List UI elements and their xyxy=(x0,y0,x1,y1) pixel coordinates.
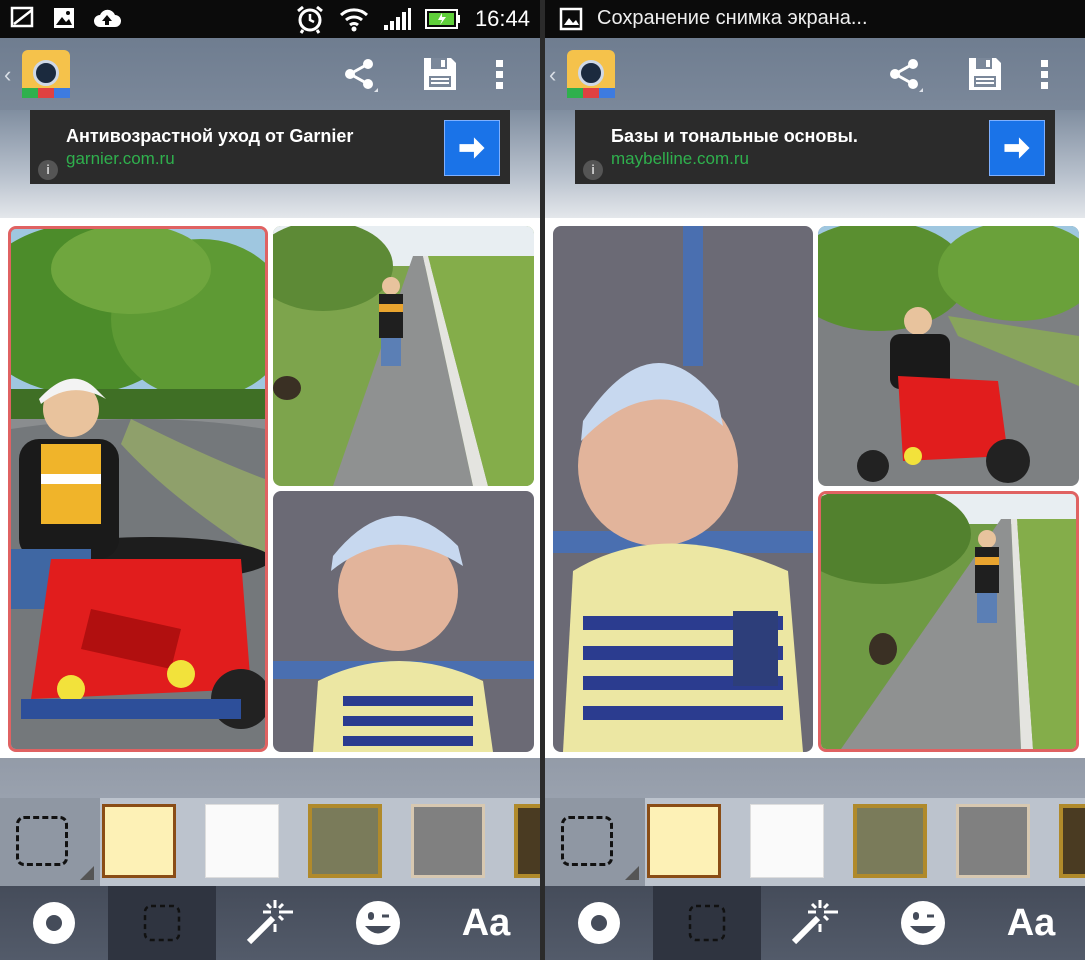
ad-title: Базы и тональные основы. xyxy=(611,126,858,146)
magic-wand-icon xyxy=(246,900,293,945)
frame-option-white[interactable] xyxy=(750,804,824,878)
wifi-icon xyxy=(339,8,368,32)
ad-info-icon[interactable]: i xyxy=(583,160,603,180)
battery-icon xyxy=(424,9,460,29)
ad-info-icon[interactable]: i xyxy=(38,160,58,180)
collage-photo-2[interactable] xyxy=(818,226,1079,486)
sticker-tool[interactable] xyxy=(324,886,432,960)
shape-tool[interactable] xyxy=(0,886,108,960)
status-bar: Сохранение снимка экрана... xyxy=(545,0,1085,38)
action-bar: ‹ xyxy=(545,38,1085,110)
frame-option-dark[interactable] xyxy=(1059,804,1085,878)
photo-collage xyxy=(0,218,540,758)
sticker-icon xyxy=(901,901,945,945)
camera-lens-icon xyxy=(578,60,604,86)
right-screen: Сохранение снимка экрана... ‹ Базы и тон… xyxy=(545,0,1085,960)
save-icon[interactable] xyxy=(965,54,1005,94)
frame-option-white[interactable] xyxy=(205,804,279,878)
shape-tool[interactable] xyxy=(545,886,653,960)
alarm-icon xyxy=(297,5,323,34)
cloud-upload-icon xyxy=(94,9,121,27)
collage-photo-2[interactable] xyxy=(273,226,534,486)
sticker-tool[interactable] xyxy=(869,886,977,960)
frame-option-gray[interactable] xyxy=(956,804,1030,878)
frame-option-gray[interactable] xyxy=(411,804,485,878)
bottom-toolbar: Aa xyxy=(0,886,540,960)
back-chevron-icon[interactable]: ‹ xyxy=(4,62,11,88)
collage-photo-1[interactable] xyxy=(553,226,813,752)
frame-option-dark[interactable] xyxy=(514,804,540,878)
left-screen: 16:44 ‹ Антивозрастной уход от Garnier g… xyxy=(0,0,540,960)
sticker-icon xyxy=(356,901,400,945)
text-tool[interactable]: Aa xyxy=(977,886,1085,960)
gallery-icon xyxy=(54,8,74,28)
frame-panel xyxy=(545,758,1085,886)
status-bar: 16:44 xyxy=(0,0,540,38)
collage-photo-1[interactable] xyxy=(8,226,268,752)
clock: 16:44 xyxy=(474,6,530,31)
ad-arrow-button[interactable] xyxy=(444,120,500,176)
app-logo[interactable] xyxy=(22,50,70,98)
ad-title: Антивозрастной уход от Garnier xyxy=(66,126,354,146)
effects-tool[interactable] xyxy=(761,886,869,960)
overflow-icon[interactable] xyxy=(490,54,510,94)
gallery-icon xyxy=(559,7,583,31)
frame-option-gold[interactable] xyxy=(308,804,382,878)
no-frame-icon xyxy=(16,816,68,866)
frame-icon xyxy=(143,904,181,942)
bottom-toolbar: Aa xyxy=(545,886,1085,960)
overflow-icon[interactable] xyxy=(1035,54,1055,94)
effects-tool[interactable] xyxy=(216,886,324,960)
text-tool-label: Aa xyxy=(1006,902,1056,944)
shape-icon xyxy=(33,902,75,944)
ad-banner[interactable]: Антивозрастной уход от Garnier garnier.c… xyxy=(30,110,510,184)
signal-icon xyxy=(383,8,411,30)
frame-option-gold[interactable] xyxy=(853,804,927,878)
no-frame-icon xyxy=(561,816,613,866)
text-tool[interactable]: Aa xyxy=(432,886,540,960)
save-icon[interactable] xyxy=(420,54,460,94)
camera-lens-icon xyxy=(33,60,59,86)
ad-banner[interactable]: Базы и тональные основы. maybelline.com.… xyxy=(575,110,1055,184)
frame-strip xyxy=(0,798,540,886)
share-icon[interactable] xyxy=(340,54,380,94)
ad-banner-area: Базы и тональные основы. maybelline.com.… xyxy=(545,110,1085,218)
collage-photo-3[interactable] xyxy=(818,491,1079,752)
ad-url[interactable]: maybelline.com.ru xyxy=(611,149,749,169)
frame-option-cream[interactable] xyxy=(647,804,721,878)
magic-wand-icon xyxy=(791,900,838,945)
shape-icon xyxy=(578,902,620,944)
photo-collage xyxy=(545,218,1085,758)
back-chevron-icon[interactable]: ‹ xyxy=(549,62,556,88)
ad-banner-area: Антивозрастной уход от Garnier garnier.c… xyxy=(0,110,540,218)
frame-option-cream[interactable] xyxy=(102,804,176,878)
ad-arrow-button[interactable] xyxy=(989,120,1045,176)
action-bar: ‹ xyxy=(0,38,540,110)
share-icon[interactable] xyxy=(885,54,925,94)
text-tool-label: Aa xyxy=(461,902,511,944)
frame-strip xyxy=(545,798,1085,886)
frame-none-option[interactable] xyxy=(545,798,645,886)
frame-tool[interactable] xyxy=(653,886,761,960)
screenshot-notify-icon xyxy=(10,6,34,28)
frame-panel xyxy=(0,758,540,886)
frame-none-option[interactable] xyxy=(0,798,100,886)
ad-url[interactable]: garnier.com.ru xyxy=(66,149,175,169)
frame-icon xyxy=(688,904,726,942)
frame-tool[interactable] xyxy=(108,886,216,960)
app-logo[interactable] xyxy=(567,50,615,98)
collage-photo-3[interactable] xyxy=(273,491,534,752)
status-notification-text: Сохранение снимка экрана... xyxy=(597,7,868,29)
